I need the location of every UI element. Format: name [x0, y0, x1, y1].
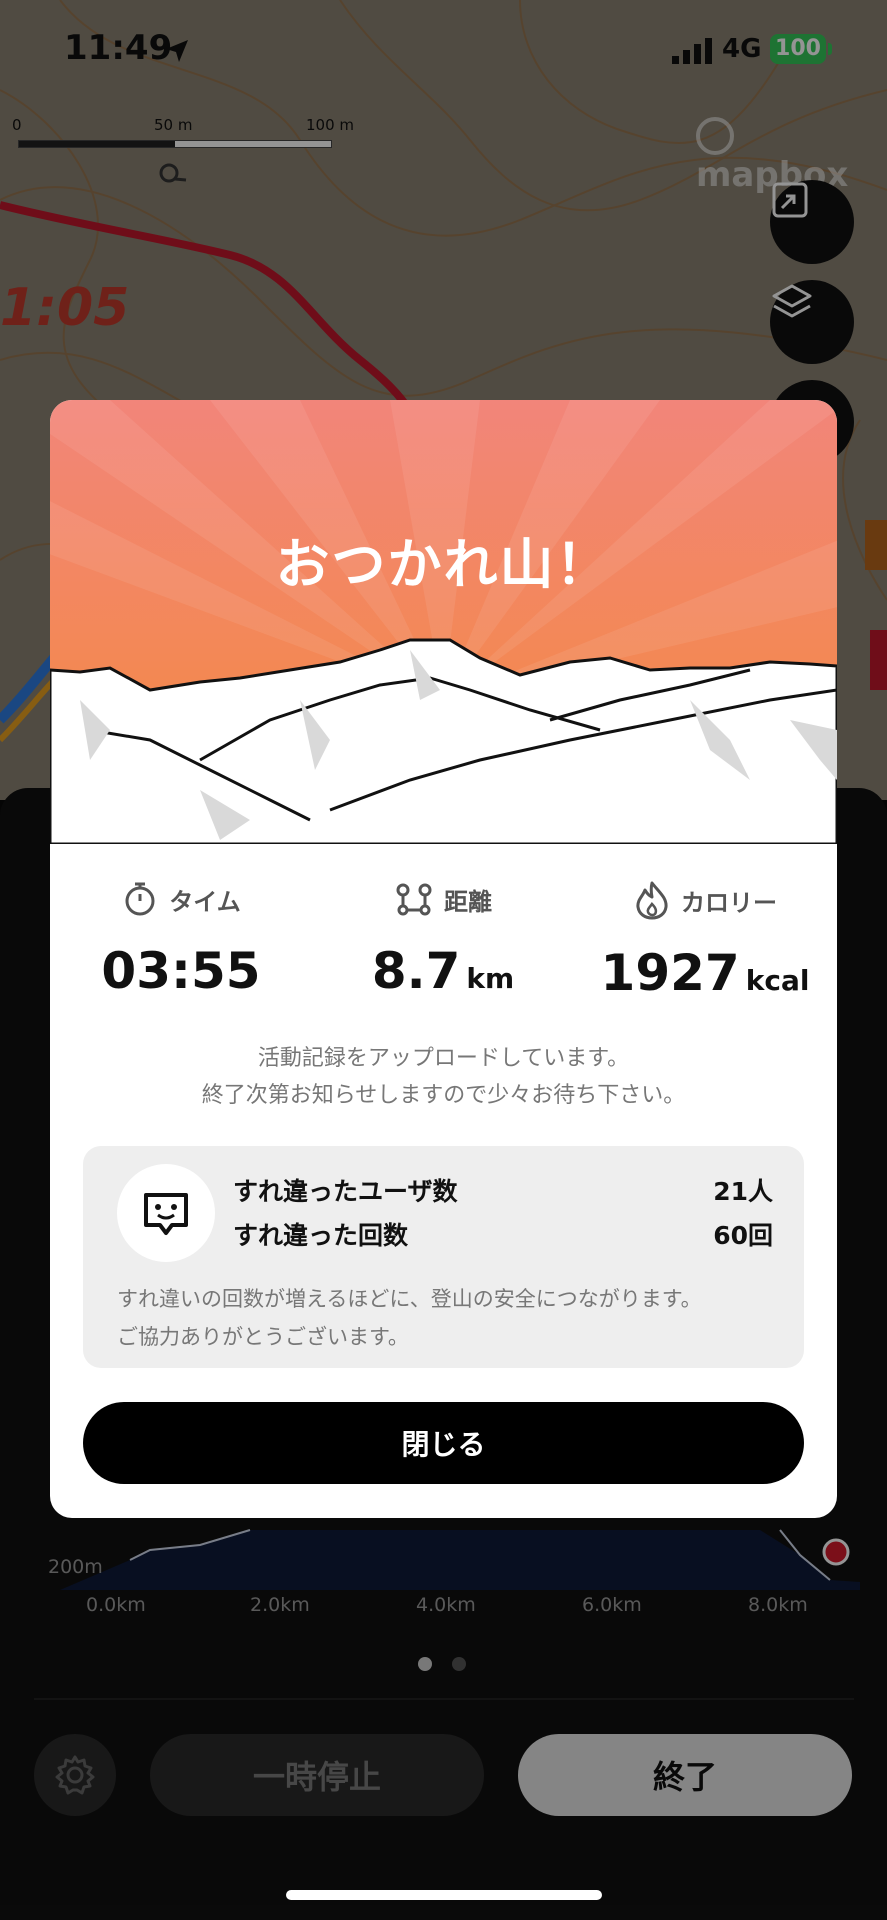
- passed-users-row: すれ違ったユーザ数 21人: [233, 1172, 773, 1208]
- stat-distance-label: 距離: [444, 887, 492, 916]
- status-time: 11:49: [64, 28, 173, 68]
- flame-icon: [636, 881, 668, 920]
- passed-count-value: 60回: [713, 1221, 773, 1250]
- x-tick: 0.0km: [86, 1594, 146, 1616]
- expand-icon: [772, 182, 808, 218]
- mountain-hero-illustration: [50, 400, 837, 844]
- battery-tip: [828, 43, 832, 55]
- divider: [34, 1698, 854, 1700]
- home-indicator[interactable]: [286, 1890, 602, 1900]
- modal-title: おつかれ山！: [275, 533, 612, 596]
- passed-users-label: すれ違ったユーザ数: [233, 1177, 458, 1206]
- page-dot[interactable]: [452, 1657, 466, 1671]
- scale-label-100: 100 m: [306, 116, 355, 134]
- x-tick: 8.0km: [748, 1594, 808, 1616]
- avatar: [117, 1164, 215, 1262]
- x-tick: 2.0km: [250, 1594, 310, 1616]
- stat-calories-unit: kcal: [745, 964, 810, 997]
- page-dot-active[interactable]: [418, 1657, 432, 1671]
- scale-label-0: 0: [12, 116, 22, 134]
- gear-icon: [55, 1755, 95, 1795]
- passing-note-line2: ご協力ありがとうございます。: [117, 1325, 409, 1349]
- settings-button[interactable]: [34, 1734, 116, 1816]
- upload-message-line1: 活動記録をアップロードしています。: [257, 1046, 630, 1071]
- status-bar: 11:49 4G 100: [0, 0, 887, 100]
- location-arrow-icon: [166, 40, 188, 62]
- stat-calories-value: 1927: [600, 944, 740, 1002]
- network-type: 4G: [722, 34, 762, 64]
- passing-note-line1: すれ違いの回数が増えるほどに、登山の安全につながります。: [117, 1287, 702, 1311]
- fullscreen-button[interactable]: [770, 180, 854, 264]
- stat-calories: カロリー 1927 kcal: [574, 880, 836, 1002]
- layers-icon: [772, 284, 812, 318]
- current-position-marker: [822, 1538, 850, 1566]
- finish-button[interactable]: 終了: [518, 1734, 852, 1816]
- stat-time: タイム 03:55: [50, 880, 312, 1000]
- passing-note: すれ違いの回数が増えるほどに、登山の安全につながります。 ご協力ありがとうござい…: [117, 1280, 787, 1356]
- smiley-badge-icon: [144, 1193, 188, 1235]
- passed-users-value: 21人: [713, 1177, 773, 1206]
- elevation-label: 200m: [48, 1556, 103, 1578]
- route-time-label: 1:05: [0, 278, 130, 338]
- upload-message-line2: 終了次第お知らせしますので少々お待ち下さい。: [201, 1083, 686, 1108]
- cellular-signal-icon: [672, 38, 712, 64]
- layers-button[interactable]: [770, 280, 854, 364]
- stat-distance-unit: km: [466, 962, 515, 995]
- map-scale-bar: [18, 140, 332, 148]
- x-tick: 6.0km: [582, 1594, 642, 1616]
- completion-modal: おつかれ山！ タイム 03:55 距離 8.7 km カロリー 1927 kcal …: [50, 400, 837, 1518]
- x-tick: 4.0km: [416, 1594, 476, 1616]
- stat-time-value: 03:55: [101, 942, 261, 1000]
- passed-count-row: すれ違った回数 60回: [233, 1216, 773, 1252]
- stat-distance-value: 8.7: [371, 942, 461, 1000]
- pause-button[interactable]: 一時停止: [150, 1734, 484, 1816]
- stat-calories-label: カロリー: [681, 888, 777, 917]
- stopwatch-icon: [125, 882, 155, 916]
- passing-stats-card: すれ違ったユーザ数 21人 すれ違った回数 60回 すれ違いの回数が増えるほどに…: [83, 1146, 804, 1368]
- battery-indicator: 100: [770, 34, 826, 64]
- upload-message: 活動記録をアップロードしています。 終了次第お知らせしますので少々お待ち下さい。: [50, 1040, 837, 1114]
- passed-count-label: すれ違った回数: [233, 1221, 409, 1250]
- page-indicator[interactable]: [418, 1656, 486, 1675]
- stat-time-label: タイム: [169, 887, 241, 916]
- mapbox-mark-icon: [696, 116, 734, 155]
- scale-label-50: 50 m: [154, 116, 193, 134]
- route-icon: [396, 883, 432, 916]
- close-button[interactable]: 閉じる: [83, 1402, 804, 1484]
- stat-distance: 距離 8.7 km: [312, 880, 574, 1000]
